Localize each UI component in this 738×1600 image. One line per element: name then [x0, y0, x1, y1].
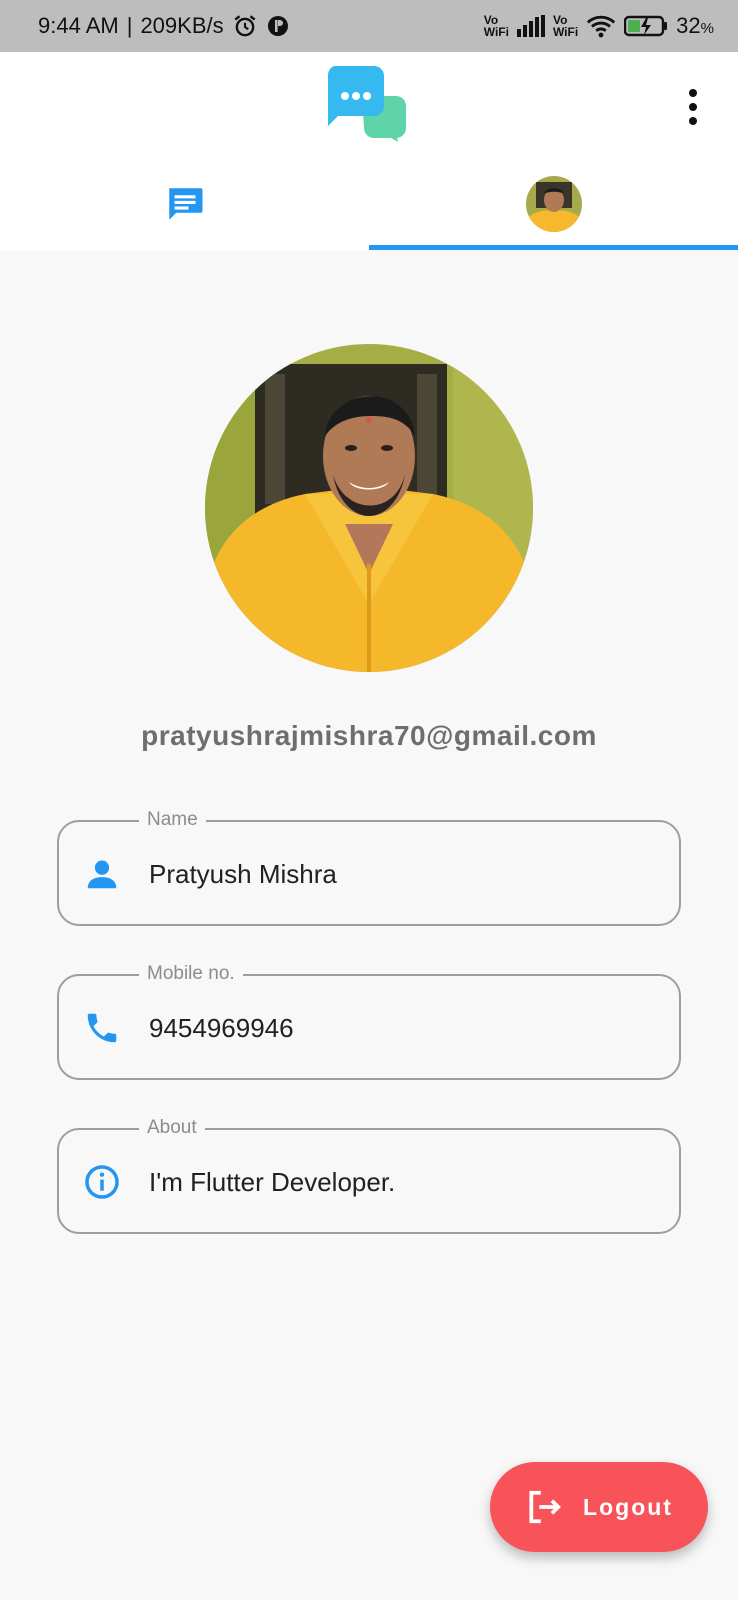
battery-unit: % — [700, 20, 714, 37]
logout-icon — [529, 1490, 561, 1524]
name-field-value: Pratyush Mishra — [149, 859, 337, 889]
status-separator: | — [126, 13, 133, 38]
mobile-field-value: 9454969946 — [149, 1013, 294, 1043]
profile-photo[interactable] — [205, 344, 533, 672]
wifi-icon — [586, 14, 616, 38]
status-bar: 9:44 AM | 209KB/s Vo WiFi Vo WiFi 32% — [0, 0, 738, 52]
tab-chats[interactable] — [0, 164, 369, 250]
logout-label: Logout — [583, 1493, 673, 1520]
chat-bubbles-logo — [327, 66, 408, 142]
status-bar-right: Vo WiFi Vo WiFi 32% — [484, 13, 714, 39]
status-network-speed: 209KB/s — [140, 13, 224, 38]
about-field[interactable]: About I'm Flutter Developer. — [57, 1116, 681, 1234]
about-field-value: I'm Flutter Developer. — [149, 1167, 396, 1197]
app-bar — [0, 52, 738, 164]
name-field[interactable]: Name Pratyush Mishra — [57, 808, 681, 926]
more-menu-button[interactable] — [676, 88, 710, 126]
battery-charging-icon — [624, 14, 668, 38]
info-icon — [85, 1165, 119, 1199]
more-vertical-icon — [689, 89, 697, 125]
status-time: 9:44 AM — [38, 13, 119, 38]
tab-bar — [0, 164, 738, 250]
signal-icon — [516, 15, 545, 37]
logout-button[interactable]: Logout — [490, 1462, 708, 1552]
profile-avatar — [525, 176, 582, 232]
app-notification-icon — [266, 14, 290, 38]
tab-profile[interactable] — [369, 164, 738, 250]
status-bar-left: 9:44 AM | 209KB/s — [38, 13, 290, 39]
chat-icon — [168, 188, 202, 220]
vowifi-icon: Vo WiFi — [483, 13, 509, 39]
mobile-field[interactable]: Mobile no. 9454969946 — [57, 962, 681, 1080]
phone-icon — [87, 1013, 117, 1043]
alarm-icon — [232, 13, 258, 39]
person-icon — [87, 860, 117, 889]
profile-email: pratyushrajmishra70@gmail.com — [141, 720, 597, 751]
tab-selected-indicator — [369, 245, 738, 250]
battery-level: 32% — [676, 13, 714, 38]
vowifi-icon-2: Vo WiFi — [552, 13, 579, 39]
